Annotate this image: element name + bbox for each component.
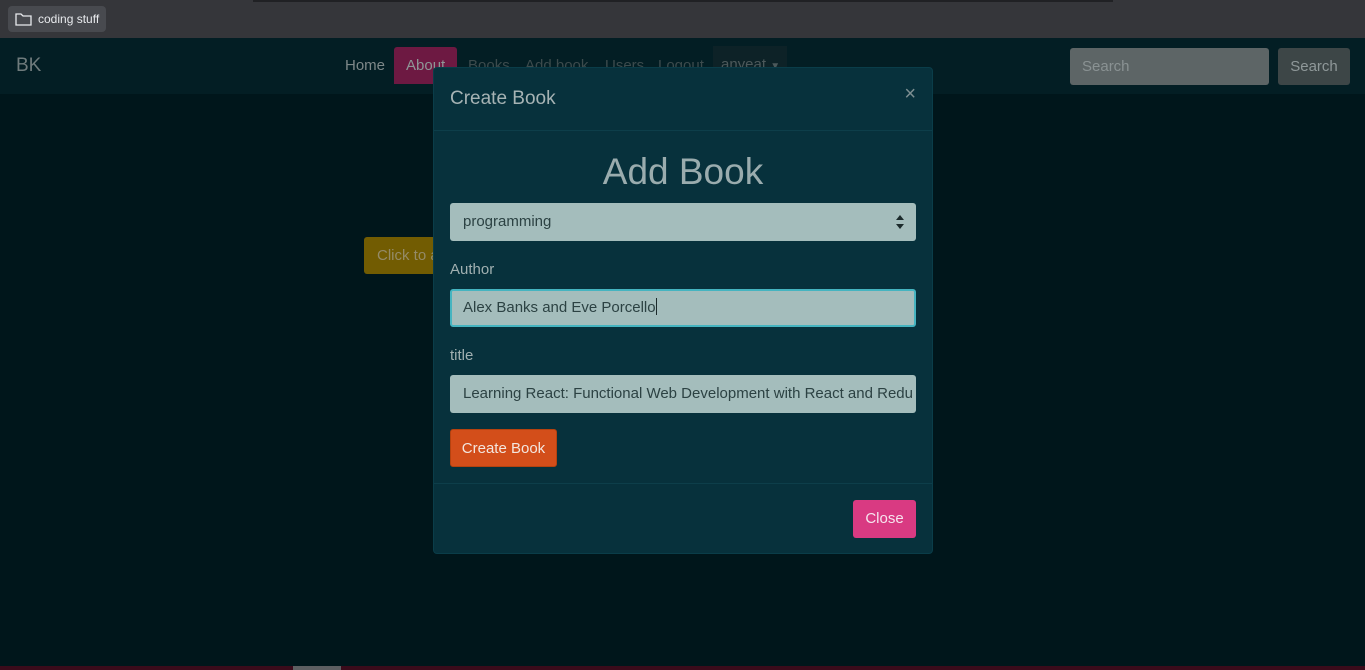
author-label: Author — [450, 261, 495, 278]
title-label: title — [450, 347, 474, 364]
category-select[interactable]: programming — [450, 203, 916, 241]
brand-logo[interactable]: BK — [16, 55, 41, 77]
close-icon[interactable]: × — [904, 84, 916, 104]
modal-body: Add Book programming Author Alex Banks a… — [450, 131, 916, 483]
select-arrows-icon — [896, 215, 904, 229]
bookmark-coding-stuff[interactable]: coding stuff — [8, 6, 107, 32]
search-button[interactable]: Search — [1278, 48, 1350, 85]
author-input[interactable]: Alex Banks and Eve Porcello — [450, 289, 916, 327]
create-book-modal: Create Book × Add Book programming Autho… — [433, 67, 933, 554]
author-input-value: Alex Banks and Eve Porcello — [463, 299, 656, 316]
search-input[interactable]: Search — [1070, 48, 1269, 85]
bookmark-label: coding stuff — [38, 12, 100, 26]
create-book-button[interactable]: Create Book — [450, 429, 557, 467]
title-input-value: Learning React: Functional Web Developme… — [463, 385, 913, 402]
form-heading: Add Book — [602, 151, 764, 192]
horizontal-scrollbar[interactable] — [293, 666, 341, 670]
bottom-strip — [0, 666, 1365, 670]
category-select-value: programming — [463, 213, 552, 230]
nav-item-home[interactable]: Home — [345, 57, 385, 74]
bookmark-bar: coding stuff — [0, 0, 1365, 38]
tab-strip-edge — [253, 0, 1113, 2]
title-input[interactable]: Learning React: Functional Web Developme… — [450, 375, 916, 413]
modal-title: Create Book — [450, 88, 556, 109]
modal-header: Create Book × — [434, 68, 932, 131]
text-caret — [655, 298, 657, 315]
folder-icon — [15, 13, 32, 26]
close-button[interactable]: Close — [853, 500, 916, 538]
modal-footer: Close — [434, 483, 932, 553]
